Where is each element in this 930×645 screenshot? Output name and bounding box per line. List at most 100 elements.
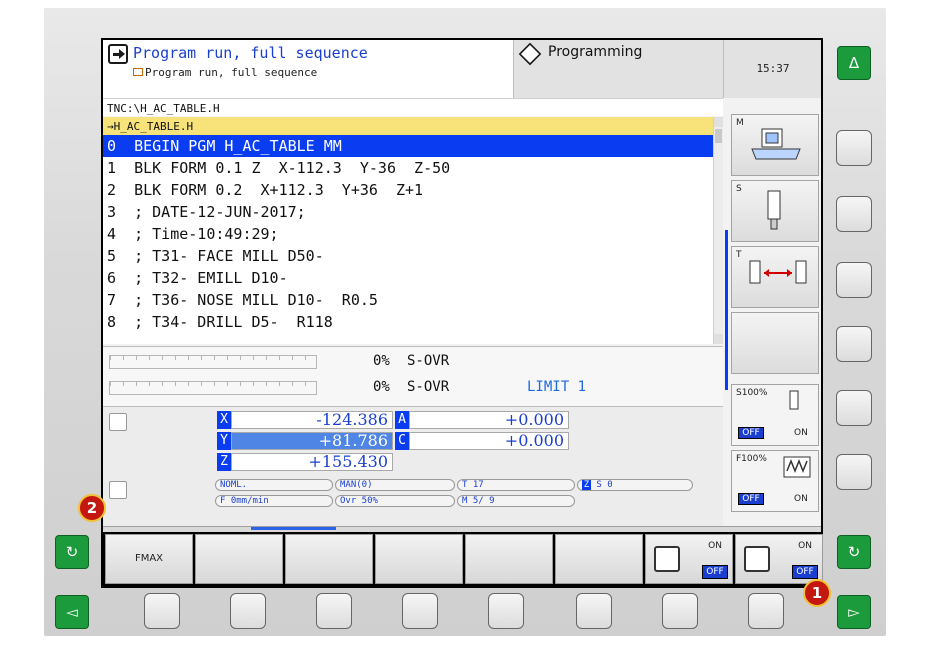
callout-marker-1: 1	[803, 579, 831, 607]
feed-override-softkey[interactable]: F100% OFF ON	[731, 450, 819, 512]
axis-y-value: +81.786	[231, 432, 393, 450]
side-button-3[interactable]	[836, 262, 872, 298]
bottom-button-4[interactable]	[402, 593, 438, 629]
bottom-button-6[interactable]	[576, 593, 612, 629]
operating-mode-panel[interactable]: Program run, full sequence Program run, …	[103, 40, 513, 98]
axis-z-value: +155.430	[231, 453, 393, 471]
softkey-empty-3[interactable]	[285, 534, 373, 584]
active-page-indicator	[251, 527, 336, 530]
spindle-override-softkey[interactable]: S100% OFF ON	[731, 384, 819, 446]
program-path: TNC:\H_AC_TABLE.H	[103, 98, 723, 116]
softkey-t-tool[interactable]: T	[731, 246, 819, 308]
softkey-block-skip-toggle[interactable]: ON OFF	[735, 534, 823, 584]
bottom-button-8[interactable]	[748, 593, 784, 629]
program-line[interactable]: 7 ; T36- NOSE MILL D10- R0.5	[103, 289, 713, 311]
spindle-override-bar	[109, 381, 317, 395]
program-listing[interactable]: 0 BEGIN PGM H_AC_TABLE MM 1 BLK FORM 0.1…	[103, 135, 713, 344]
program-line[interactable]: 4 ; Time-10:49:29;	[103, 223, 713, 245]
program-line[interactable]: 2 BLK FORM 0.2 X+112.3 Y+36 Z+1	[103, 179, 713, 201]
program-line[interactable]: 3 ; DATE-12-JUN-2017;	[103, 201, 713, 223]
tool-status: T 17	[457, 479, 575, 491]
spindle-on-label: ON	[794, 428, 808, 438]
cycle-off-indicator: OFF	[702, 565, 728, 579]
side-button-6[interactable]	[836, 454, 872, 490]
spindle-speed: S 0	[596, 480, 613, 490]
bottom-button-2[interactable]	[230, 593, 266, 629]
axis-a-value: +0.000	[409, 411, 569, 429]
spindle-icon	[767, 190, 781, 230]
softkey-empty-5[interactable]	[465, 534, 553, 584]
noml-status: NOML.	[215, 479, 333, 491]
spindle-off-indicator: OFF	[738, 427, 764, 439]
feed-status: F 0mm/min	[215, 495, 333, 507]
bottom-button-1[interactable]	[144, 593, 180, 629]
header: Program run, full sequence Program run, …	[103, 40, 821, 98]
programming-label: Programming	[548, 44, 643, 60]
bottom-button-5[interactable]	[488, 593, 524, 629]
softkey-s-spindle[interactable]: S	[731, 180, 819, 242]
override-display: 0% S-OVR 0% S-OVR LIMIT 1	[103, 346, 723, 406]
softkey-empty-2[interactable]	[195, 534, 283, 584]
softkey-scroll-left-button[interactable]: ◅	[55, 595, 89, 629]
m-tag: M	[736, 118, 744, 128]
feed-off-indicator: OFF	[738, 493, 764, 505]
side-button-5[interactable]	[836, 390, 872, 426]
feed-override-icon	[783, 456, 811, 478]
block-skip-icon	[744, 546, 770, 572]
side-button-2[interactable]	[836, 196, 872, 232]
spindle-status: Z S 0	[577, 479, 693, 491]
programming-mode-tab[interactable]: Programming	[513, 40, 723, 98]
cycle-icon	[654, 546, 680, 572]
scroll-thumb[interactable]	[715, 129, 722, 143]
feed-override-bar	[109, 355, 317, 369]
callout-marker-2: 2	[78, 494, 106, 522]
program-line[interactable]: 8 ; T34- DRILL D5- R118	[103, 311, 713, 333]
bottom-button-7[interactable]	[662, 593, 698, 629]
softkey-scroll-right-button[interactable]: ▻	[837, 595, 871, 629]
program-line[interactable]: 1 BLK FORM 0.1 Z X-112.3 Y-36 Z-50	[103, 157, 713, 179]
mode-subtitle: Program run, full sequence	[145, 66, 318, 79]
t-tag: T	[736, 250, 742, 260]
softkey-m-functions[interactable]: M	[731, 114, 819, 176]
m-code-status: M 5/ 9	[457, 495, 575, 507]
cycle-on-label: ON	[708, 541, 722, 551]
active-softkey-indicator	[725, 230, 728, 390]
scroll-up-icon[interactable]	[714, 117, 723, 127]
man-status: MAN(0)	[335, 479, 455, 491]
mode-title: Program run, full sequence	[133, 44, 368, 62]
feed-on-label: ON	[794, 494, 808, 504]
clock-panel: 15:37	[723, 40, 821, 98]
softkey-empty-4[interactable]	[375, 534, 463, 584]
program-line-selected[interactable]: 0 BEGIN PGM H_AC_TABLE MM	[103, 135, 713, 157]
axis-c-label: C	[395, 432, 409, 450]
side-button-1[interactable]	[836, 130, 872, 166]
softkey-empty[interactable]	[731, 312, 819, 374]
spindle-override-label: S-OVR	[407, 379, 450, 395]
mode-switch-right-button[interactable]: ↻	[837, 535, 871, 569]
axis-x-label: X	[217, 411, 231, 429]
block-skip-off-indicator: OFF	[792, 565, 818, 579]
home-icon	[133, 68, 143, 76]
mode-switch-left-button[interactable]: ↻	[55, 535, 89, 569]
bottom-button-3[interactable]	[316, 593, 352, 629]
program-line[interactable]: 5 ; T31- FACE MILL D50-	[103, 245, 713, 267]
listing-scrollbar[interactable]	[713, 117, 723, 344]
softkey-cycle-toggle[interactable]: ON OFF	[645, 534, 733, 584]
spindle-axis-badge: Z	[582, 480, 591, 490]
softkey-fmax[interactable]: FMAX	[105, 534, 193, 584]
softkey-empty-6[interactable]	[555, 534, 643, 584]
side-button-4[interactable]	[836, 326, 872, 362]
spindle-override-percent: 0%	[373, 379, 390, 395]
program-line[interactable]: 6 ; T32- EMILL D10-	[103, 267, 713, 289]
file-name-bar: →H_AC_TABLE.H	[103, 117, 713, 135]
softkey-row: FMAX ON OFF ON OFF	[103, 532, 823, 586]
tool-change-icon	[749, 260, 807, 284]
view-toggle-icon[interactable]	[109, 413, 127, 431]
machine-status-icon[interactable]	[109, 481, 127, 499]
axis-x-value: -124.386	[231, 411, 393, 429]
axis-z-label: Z	[217, 453, 231, 471]
axis-y-label: Y	[217, 432, 231, 450]
scroll-down-icon[interactable]	[714, 334, 723, 344]
machine-table-icon	[751, 128, 801, 160]
softkey-page-up-button[interactable]: Δ	[837, 46, 871, 80]
